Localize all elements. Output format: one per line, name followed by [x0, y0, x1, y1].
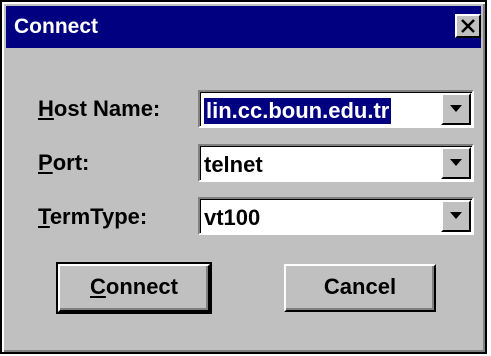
host-name-label: Host Name: [38, 96, 160, 122]
port-dropdown-button[interactable] [441, 147, 471, 179]
termtype-combobox[interactable]: vt100 [198, 197, 474, 235]
host-name-label-text: ost Name: [53, 96, 161, 121]
connect-button-label: onnect [105, 274, 178, 299]
title-bar[interactable]: Connect [6, 6, 481, 48]
connect-button[interactable]: Connect [56, 262, 212, 314]
port-label-text: ort: [52, 150, 90, 175]
close-button[interactable] [455, 14, 481, 38]
chevron-down-icon [450, 212, 462, 219]
port-label: Port: [38, 150, 89, 176]
termtype-mnemonic: T [38, 204, 50, 229]
port-combobox[interactable]: telnet [198, 144, 474, 182]
termtype-value[interactable]: vt100 [204, 205, 260, 231]
connect-mnemonic: C [89, 274, 106, 299]
termtype-label-text: ermType: [49, 204, 148, 229]
host-name-value[interactable]: lin.cc.boun.edu.tr [204, 98, 392, 124]
termtype-label: TermType: [38, 204, 147, 230]
port-mnemonic: P [38, 150, 53, 175]
cancel-button[interactable]: Cancel [284, 264, 436, 312]
window-title: Connect [14, 15, 98, 38]
host-name-combobox[interactable]: lin.cc.boun.edu.tr [198, 90, 474, 128]
connect-dialog: Connect Host Name: lin.cc.boun.edu.tr Po… [0, 0, 487, 354]
cancel-button-label: Cancel [323, 274, 397, 299]
close-icon [461, 19, 475, 33]
host-name-dropdown-button[interactable] [441, 93, 471, 125]
chevron-down-icon [450, 159, 462, 166]
host-name-mnemonic: H [38, 96, 54, 121]
chevron-down-icon [450, 105, 462, 112]
port-value[interactable]: telnet [204, 152, 263, 178]
termtype-dropdown-button[interactable] [441, 200, 471, 232]
